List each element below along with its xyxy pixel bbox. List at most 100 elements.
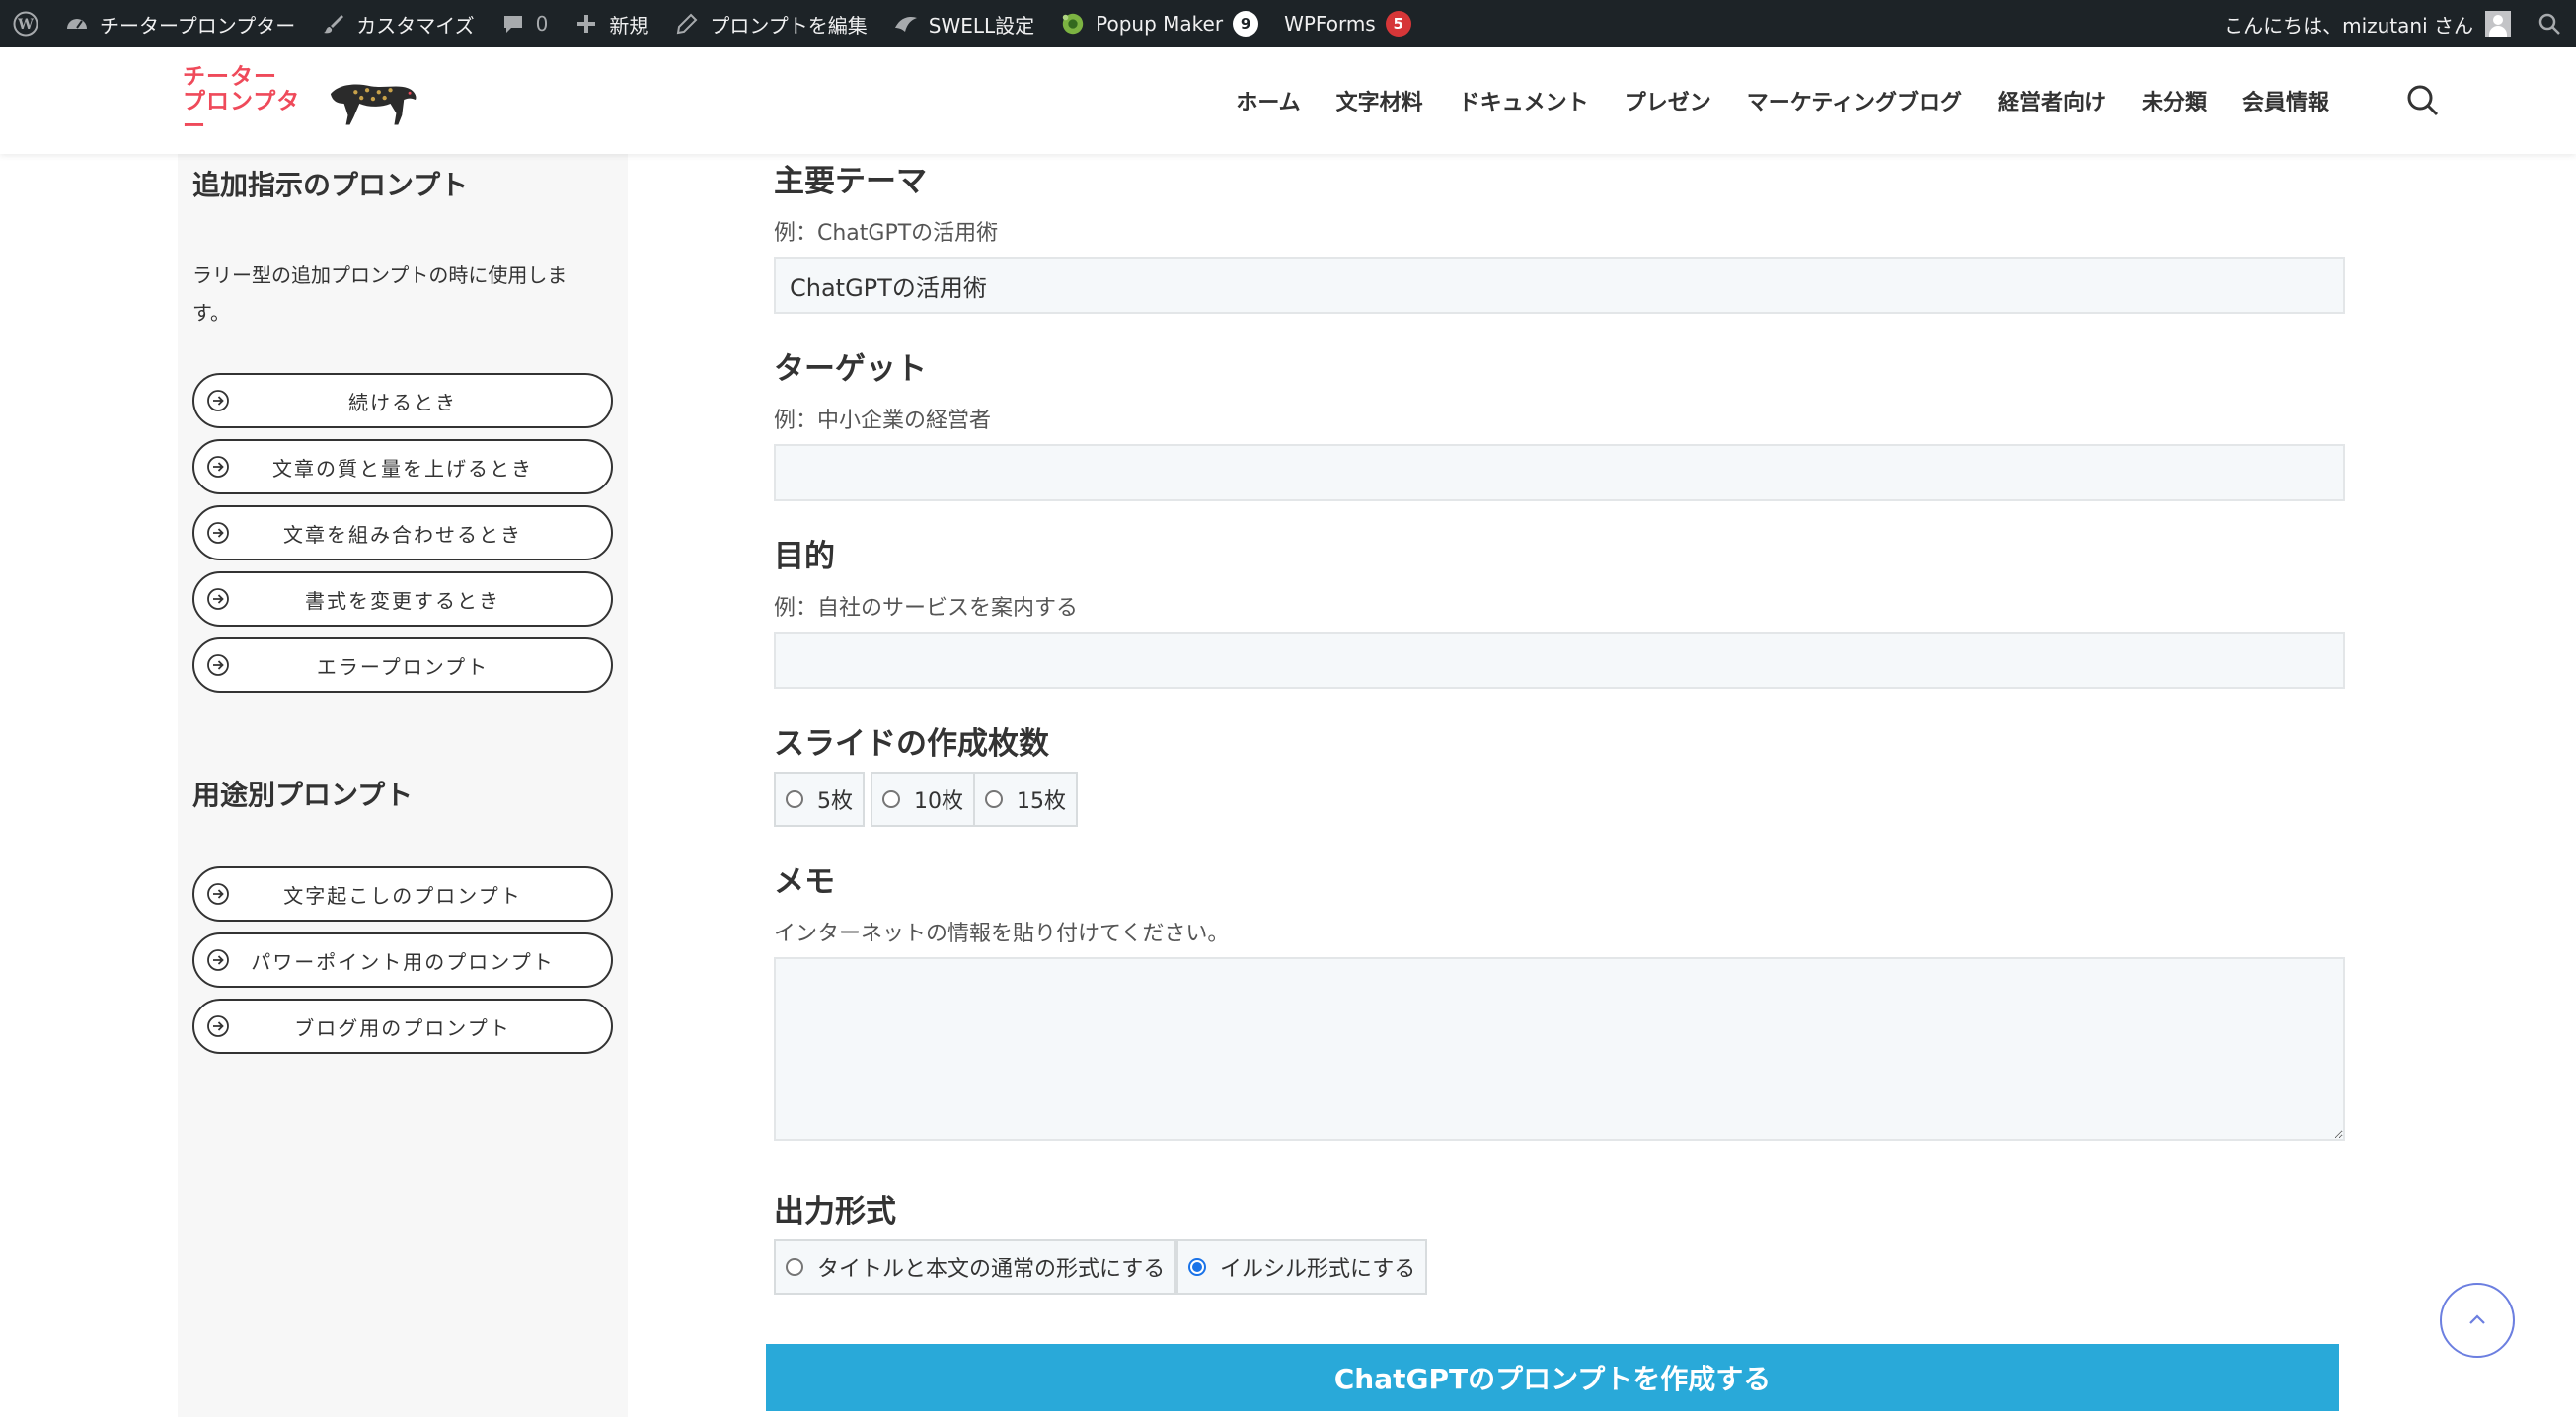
- edit-label: プロンプトを編集: [710, 13, 868, 37]
- dashboard-icon: [64, 11, 90, 37]
- nav-item-document[interactable]: ドキュメント: [1459, 85, 1589, 116]
- target-input[interactable]: [774, 444, 2345, 501]
- arrow-right-circle-icon: [207, 883, 229, 905]
- customize-link[interactable]: カスタマイズ: [308, 0, 487, 47]
- sidebar-description: ラリー型の追加プロンプトの時に使用します。: [192, 263, 568, 325]
- sidebar-button-improve-quality[interactable]: 文章の質と量を上げるとき: [192, 439, 613, 494]
- avatar: [2485, 11, 2511, 37]
- sidebar-button-transcription[interactable]: 文字起こしのプロンプト: [192, 866, 613, 922]
- nav-item-member-info[interactable]: 会員情報: [2242, 85, 2329, 116]
- sidebar-heading-additional: 追加指示のプロンプト: [192, 169, 469, 201]
- popup-maker-link[interactable]: Popup Maker 9: [1047, 0, 1271, 47]
- comment-icon: [500, 11, 526, 37]
- back-to-top-button[interactable]: [2440, 1283, 2515, 1358]
- arrow-right-circle-icon: [207, 456, 229, 478]
- nav-item-marketing-blog[interactable]: マーケティングブログ: [1747, 85, 1962, 116]
- radio-button[interactable]: [985, 790, 1003, 808]
- radio-button[interactable]: [786, 790, 803, 808]
- create-prompt-button[interactable]: ChatGPTのプロンプトを作成する: [766, 1344, 2339, 1411]
- theme-label: 主要テーマ: [774, 164, 927, 199]
- swell-settings-link[interactable]: SWELL設定: [880, 0, 1047, 47]
- arrow-right-circle-icon: [207, 588, 229, 610]
- slides-option-label: 10枚: [914, 789, 963, 814]
- memo-example: インターネットの情報を貼り付けてください。: [774, 922, 1230, 946]
- nav-item-executives[interactable]: 経営者向け: [1998, 85, 2106, 116]
- slides-option-label: 15枚: [1017, 789, 1066, 814]
- popup-maker-badge: 9: [1233, 11, 1259, 37]
- cheetah-icon: [331, 84, 417, 125]
- purpose-input[interactable]: [774, 632, 2345, 689]
- output-option-standard[interactable]: タイトルと本文の通常の形式にする: [774, 1239, 1177, 1295]
- output-option-label: タイトルと本文の通常の形式にする: [817, 1257, 1166, 1282]
- sidebar-button-combine[interactable]: 文章を組み合わせるとき: [192, 505, 613, 560]
- sidebar-button-label: 文章を組み合わせるとき: [283, 522, 522, 547]
- swell-label: SWELL設定: [928, 13, 1035, 37]
- output-option-irushiru[interactable]: イルシル形式にする: [1176, 1239, 1428, 1295]
- nav-item-text-material[interactable]: 文字材料: [1336, 85, 1423, 116]
- sidebar-button-label: エラープロンプト: [316, 654, 490, 679]
- wordpress-icon: W: [13, 11, 38, 37]
- new-content-link[interactable]: 新規: [561, 0, 661, 47]
- site-name-label: チータープロンプター: [100, 13, 296, 37]
- target-label: ターゲット: [774, 351, 927, 387]
- output-label: 出力形式: [774, 1194, 896, 1230]
- logo-text: チーター プロンプター: [183, 64, 321, 139]
- radio-button[interactable]: [786, 1258, 803, 1276]
- slides-option-5[interactable]: 5枚: [774, 772, 865, 827]
- arrow-right-circle-icon: [207, 949, 229, 971]
- sidebar-button-label: 続けるとき: [348, 390, 457, 414]
- wpforms-badge: 5: [1385, 11, 1411, 37]
- edit-prompt-link[interactable]: プロンプトを編集: [661, 0, 879, 47]
- sidebar-button-label: ブログ用のプロンプト: [294, 1015, 511, 1040]
- popup-maker-icon: [1060, 11, 1086, 37]
- sidebar-button-format[interactable]: 書式を変更するとき: [192, 571, 613, 627]
- swell-icon: [893, 11, 919, 37]
- brush-icon: [321, 11, 346, 37]
- arrow-right-circle-icon: [207, 390, 229, 411]
- sidebar-button-label: 文章の質と量を上げるとき: [272, 456, 533, 481]
- arrow-right-circle-icon: [207, 1015, 229, 1037]
- output-option-label: イルシル形式にする: [1220, 1257, 1416, 1282]
- purpose-label: 目的: [774, 539, 835, 574]
- sidebar-heading-use-case: 用途別プロンプト: [192, 779, 414, 811]
- site-header: チーター プロンプター ホーム 文字材料 ドキュメント プレゼン マーケティング…: [0, 47, 2576, 154]
- plus-icon: [573, 11, 599, 37]
- memo-textarea[interactable]: [774, 957, 2345, 1141]
- greeting-label: こんにちは、mizutani さん: [2224, 13, 2473, 37]
- prompt-form: 主要テーマ 例：ChatGPTの活用術 ターゲット 例：中小企業の経営者 目的 …: [766, 154, 2349, 1417]
- chevron-up-icon: [2469, 1314, 2485, 1324]
- site-search-button[interactable]: [2403, 81, 2443, 120]
- comments-count: 0: [535, 12, 549, 36]
- sidebar-button-label: 文字起こしのプロンプト: [283, 883, 522, 908]
- slides-label: スライドの作成枚数: [774, 726, 1049, 762]
- logo-line-2: プロンプター: [183, 88, 301, 139]
- sidebar-button-powerpoint[interactable]: パワーポイント用のプロンプト: [192, 932, 613, 988]
- nav-item-presentation[interactable]: プレゼン: [1625, 85, 1711, 116]
- admin-bar: W チータープロンプター カスタマイズ 0 新規 プロンプトを編集 SWELL設…: [0, 0, 2576, 47]
- radio-button-selected[interactable]: [1188, 1258, 1206, 1276]
- arrow-right-circle-icon: [207, 654, 229, 676]
- comments-link[interactable]: 0: [488, 0, 562, 47]
- sidebar-button-blog[interactable]: ブログ用のプロンプト: [192, 999, 613, 1054]
- nav-item-uncategorized[interactable]: 未分類: [2142, 85, 2207, 116]
- wpforms-link[interactable]: WPForms 5: [1271, 0, 1424, 47]
- slides-option-10[interactable]: 10枚: [871, 772, 975, 827]
- slides-option-label: 5枚: [817, 789, 853, 814]
- wordpress-logo-button[interactable]: W: [0, 0, 51, 47]
- memo-label: メモ: [774, 864, 835, 900]
- popup-maker-label: Popup Maker: [1096, 12, 1224, 36]
- radio-button[interactable]: [882, 790, 900, 808]
- sidebar-button-label: パワーポイント用のプロンプト: [251, 949, 555, 974]
- nav-item-home[interactable]: ホーム: [1236, 85, 1300, 116]
- slides-option-15[interactable]: 15枚: [973, 772, 1078, 827]
- sidebar-button-error[interactable]: エラープロンプト: [192, 637, 613, 693]
- site-name-link[interactable]: チータープロンプター: [51, 0, 308, 47]
- theme-input[interactable]: [774, 257, 2345, 314]
- purpose-example: 例：自社のサービスを案内する: [774, 596, 1079, 621]
- sidebar-button-continue[interactable]: 続けるとき: [192, 373, 613, 428]
- account-menu[interactable]: こんにちは、mizutani さん: [2211, 0, 2524, 47]
- search-icon: [2407, 85, 2439, 116]
- site-logo[interactable]: チーター プロンプター: [183, 64, 419, 138]
- pencil-icon: [674, 11, 700, 37]
- admin-search-button[interactable]: [2524, 0, 2576, 47]
